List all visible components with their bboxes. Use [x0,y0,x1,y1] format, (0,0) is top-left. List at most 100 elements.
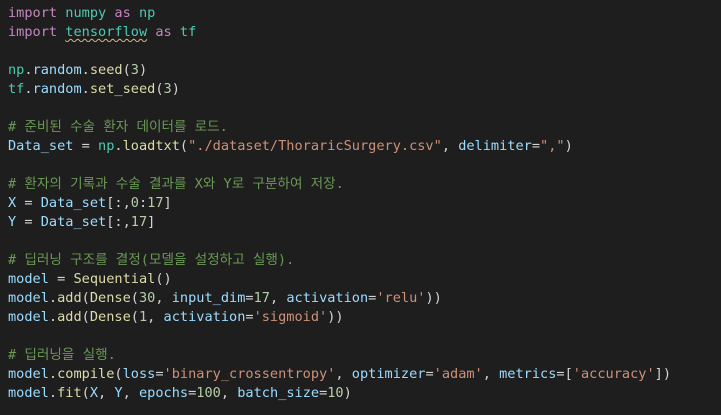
code-token: . [81,81,90,97]
code-token: ( [130,290,139,306]
code-token: ]) [654,366,672,382]
code-token: )) [327,309,344,325]
code-token: . [81,62,90,78]
code-token: model [8,385,49,401]
blank-line[interactable] [8,327,721,346]
code-token: , [220,385,238,401]
code-token: , [335,366,352,382]
code-token: ) [138,62,148,78]
code-token: # 환자의 기록과 수술 결과를 X와 Y로 구분하여 저장. [8,176,344,192]
blank-line[interactable] [8,99,721,118]
code-token: numpy [65,5,107,21]
code-token: input_dim [171,290,246,306]
code-token: [:, [106,214,131,230]
code-token: = [425,366,434,382]
code-token: , [122,385,139,401]
code-line[interactable]: Y = Data_set[:,17] [8,213,721,232]
code-token: . [48,385,58,401]
code-token: = [16,214,41,230]
code-token: as [155,24,172,40]
code-token: . [24,62,33,78]
code-token: ( [114,366,123,382]
code-line[interactable]: model.compile(loss='binary_crossentropy'… [8,365,721,384]
code-line[interactable]: import numpy as np [8,4,721,23]
code-token: , [98,385,115,401]
code-token: as [114,5,131,21]
code-token: np [8,62,25,78]
code-token: # 딥러닝 구조를 결정(모델을 설정하고 실행). [8,252,295,268]
code-token: batch_size [237,385,320,401]
code-line[interactable]: np.random.seed(3) [8,61,721,80]
code-token: 3 [130,62,139,78]
code-token: =[ [556,366,573,382]
code-token: . [48,366,58,382]
code-line[interactable]: import tensorflow as tf [8,23,721,42]
code-token: . [48,290,58,306]
code-line[interactable]: X = Data_set[:,0:17] [8,194,721,213]
code-token: 1 [138,309,148,325]
code-token: , [441,138,459,154]
code-token: , [269,290,287,306]
code-token: 100 [196,385,221,401]
code-token: Data_set [8,138,74,154]
code-token: 17 [147,195,164,211]
code-token: Data_set [40,195,107,211]
blank-line[interactable] [8,156,721,175]
code-token: loss [122,366,156,382]
code-token: model [8,309,49,325]
code-token: Sequential [73,271,156,287]
code-token: = [48,271,74,287]
code-token: ( [179,138,189,154]
code-token: 3 [163,81,172,97]
code-line[interactable]: model = Sequential() [8,270,721,289]
code-editor[interactable]: import numpy as np import tensorflow as t… [0,0,721,415]
code-line[interactable]: # 딥러닝을 실행. [8,346,721,365]
code-token: activation [286,290,369,306]
code-token: 'accuracy' [572,366,655,382]
code-token: "," [540,138,565,154]
code-token: . [48,309,58,325]
code-token: 10 [327,385,344,401]
code-token: 'adam' [433,366,483,382]
code-token: = [245,290,254,306]
code-token: )) [425,290,442,306]
code-token: # 준비된 수술 환자 데이터를 로드. [8,119,228,135]
code-line[interactable]: model.fit(X, Y, epochs=100, batch_size=1… [8,384,721,403]
code-line[interactable]: tf.random.set_seed(3) [8,80,721,99]
code-line[interactable]: # 딥러닝 구조를 결정(모델을 설정하고 실행). [8,251,721,270]
code-token: set_seed [89,81,156,97]
code-token: seed [89,62,123,78]
code-token: np [138,5,156,21]
code-token: = [155,366,164,382]
code-token: epochs [138,385,189,401]
code-token: import [8,24,58,40]
code-token: delimiter [458,138,532,154]
code-token: ) [564,138,573,154]
code-token: . [24,81,33,97]
code-token: Data_set [40,214,107,230]
code-line[interactable]: Data_set = np.loadtxt("./dataset/Thorari… [8,137,721,156]
code-token: compile [57,366,115,382]
code-token: () [155,271,172,287]
code-line[interactable]: # 준비된 수술 환자 데이터를 로드. [8,118,721,137]
code-token: [:, [106,195,131,211]
code-token: ( [155,81,164,97]
code-token: ( [81,385,90,401]
code-token: . [114,138,123,154]
code-token: # 딥러닝을 실행. [8,347,116,363]
code-token: Y [8,214,17,230]
blank-line[interactable] [8,232,721,251]
code-token: add [57,309,82,325]
code-token: = [245,309,254,325]
blank-line[interactable] [8,42,721,61]
code-token: random [32,81,82,97]
code-line[interactable]: model.add(Dense(1, activation='sigmoid')… [8,308,721,327]
code-token: tf [8,81,25,97]
code-token: 'relu' [376,290,426,306]
code-line[interactable]: model.add(Dense(30, input_dim=17, activa… [8,289,721,308]
code-token: model [8,290,49,306]
code-line[interactable]: # 환자의 기록과 수술 결과를 X와 Y로 구분하여 저장. [8,175,721,194]
code-token: ( [122,62,131,78]
